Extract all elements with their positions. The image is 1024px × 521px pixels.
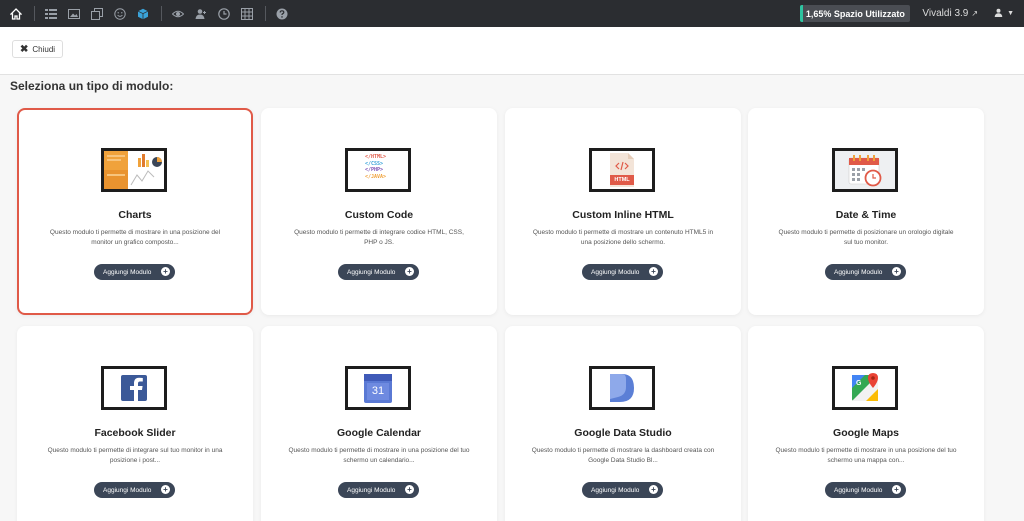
add-module-label: Aggiungi Modulo [103,486,152,494]
module-title: Custom Inline HTML [572,209,674,221]
add-module-button[interactable]: Aggiungi Modulo + [338,482,419,498]
image-icon[interactable] [67,7,81,21]
add-module-button[interactable]: Aggiungi Modulo + [825,482,906,498]
close-icon: ✖ [20,43,29,55]
add-module-button[interactable]: Aggiungi Modulo + [94,264,175,280]
version-label: Vivaldi 3.9 [922,8,969,19]
plus-icon: + [405,267,414,276]
add-module-button[interactable]: Aggiungi Modulo + [94,482,175,498]
module-card-google-maps[interactable]: G Google Maps Questo modulo ti permette … [748,326,984,521]
caret-down-icon: ▼ [1007,10,1014,17]
add-module-label: Aggiungi Modulo [591,486,640,494]
add-module-button[interactable]: Aggiungi Modulo + [825,264,906,280]
module-description: Questo modulo ti permette di mostrare in… [49,229,221,246]
module-card-custom-inline-html[interactable]: HTML Custom Inline HTML Questo modulo ti… [505,108,741,315]
user-icon [994,8,1003,19]
charts-icon [101,148,167,192]
data-studio-icon [589,366,655,410]
list-icon[interactable] [44,7,58,21]
module-card-facebook-slider[interactable]: Facebook Slider Questo modulo ti permett… [17,326,253,521]
module-card-custom-code[interactable]: </HTML> </CSS> </PHP> </JAVA> Custom Cod… [261,108,497,315]
module-description: Questo modulo ti permette di integrare s… [47,447,223,464]
module-card-date-time[interactable]: Date & Time Questo modulo ti permette di… [748,108,984,315]
svg-text:G: G [856,380,862,387]
google-calendar-icon: 31 [345,366,411,410]
plus-icon: + [892,267,901,276]
module-card-google-data-studio[interactable]: Google Data Studio Questo modulo ti perm… [505,326,741,521]
add-module-button[interactable]: Aggiungi Modulo + [582,482,663,498]
top-toolbar: 1,65% Spazio Utilizzato Vivaldi 3.9 ↗ ▼ [0,0,1024,27]
copy-icon[interactable] [90,7,104,21]
version-link[interactable]: Vivaldi 3.9 ↗ [922,8,978,19]
help-icon[interactable] [275,7,289,21]
module-title: Google Data Studio [574,427,672,439]
plus-icon: + [649,485,658,494]
module-description: Questo modulo ti permette di integrare c… [294,229,464,246]
module-card-google-calendar[interactable]: 31 Google Calendar Questo modulo ti perm… [261,326,497,521]
add-module-button[interactable]: Aggiungi Modulo + [338,264,419,280]
smiley-icon[interactable] [113,7,127,21]
module-description: Questo modulo ti permette di mostrare in… [288,447,470,464]
calendar-clock-icon [832,148,898,192]
toolbar-divider [34,6,35,21]
code-line: </PHP> [365,167,384,173]
clock-icon[interactable] [217,7,231,21]
module-title: Google Maps [833,427,899,439]
action-bar: ✖ Chiudi [0,27,1024,75]
calendar-day: 31 [371,385,385,397]
code-line: </HTML> [365,154,387,160]
grid-icon[interactable] [240,7,254,21]
facebook-icon [101,366,167,410]
user-group-icon[interactable] [194,7,208,21]
module-title: Custom Code [344,209,414,221]
module-title: Google Calendar [336,427,421,439]
add-module-label: Aggiungi Modulo [347,268,396,276]
plus-icon: + [405,485,414,494]
close-label: Chiudi [32,44,56,54]
add-module-label: Aggiungi Modulo [591,268,640,276]
plus-icon: + [892,485,901,494]
module-title: Facebook Slider [94,427,176,439]
toolbar-divider [161,6,162,21]
file-type-label: HTML [614,177,630,183]
google-maps-icon: G [832,366,898,410]
add-module-button[interactable]: Aggiungi Modulo + [582,264,663,280]
close-button[interactable]: ✖ Chiudi [12,40,64,58]
module-description: Questo modulo ti permette di mostrare un… [532,229,714,246]
code-line: </JAVA> [365,173,387,180]
storage-usage-meter: 1,65% Spazio Utilizzato [800,5,911,22]
storage-usage-label: 1,65% Spazio Utilizzato [805,8,905,19]
module-title: Charts [118,209,152,221]
home-icon[interactable] [9,7,23,21]
add-module-label: Aggiungi Modulo [834,486,883,494]
module-description: Questo modulo ti permette di posizionare… [778,229,954,246]
html-file-icon: HTML [589,148,655,192]
external-link-icon: ↗ [971,9,979,18]
add-module-label: Aggiungi Modulo [834,268,883,276]
add-module-label: Aggiungi Modulo [347,486,396,494]
module-description: Questo modulo ti permette di mostrare in… [775,447,957,464]
user-menu[interactable]: ▼ [994,8,1014,19]
add-module-label: Aggiungi Modulo [103,268,152,276]
page-heading: Seleziona un tipo di modulo: [10,79,174,93]
cube-icon[interactable] [136,7,150,21]
module-description: Questo modulo ti permette di mostrare la… [531,447,715,464]
module-title: Date & Time [835,209,897,221]
eye-icon[interactable] [171,7,185,21]
code-list-icon: </HTML> </CSS> </PHP> </JAVA> [345,148,411,192]
plus-icon: + [161,485,170,494]
plus-icon: + [161,267,170,276]
plus-icon: + [649,267,658,276]
toolbar-divider [265,6,266,21]
module-card-charts[interactable]: Charts Questo modulo ti permette di most… [17,108,253,315]
